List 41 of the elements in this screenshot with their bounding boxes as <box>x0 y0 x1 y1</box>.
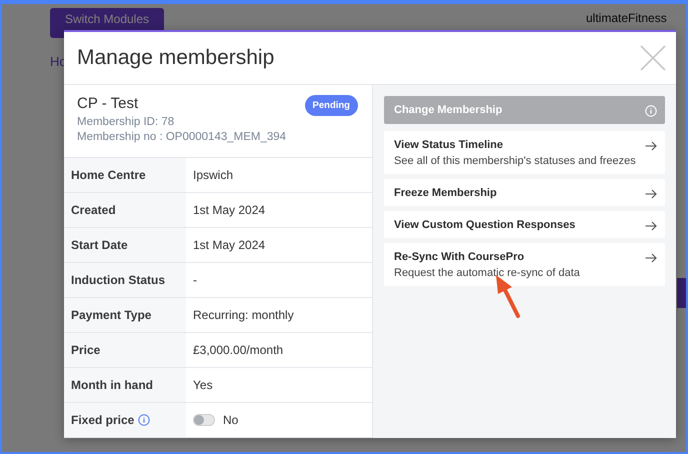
detail-value: Ipswich <box>193 168 234 182</box>
action-description: See all of this membership's statuses and freezes <box>394 155 636 167</box>
action-description: Request the automatic re-sync of data <box>394 267 580 279</box>
detail-label: Fixed price <box>71 413 134 427</box>
action-card[interactable]: View Custom Question Responses <box>384 211 665 238</box>
detail-value: - <box>193 273 197 287</box>
close-icon[interactable] <box>640 45 666 71</box>
status-badge: Pending <box>304 95 358 116</box>
action-card[interactable]: Re-Sync With CoursePro Request the automatic re-sync of data <box>384 243 665 286</box>
detail-value: No <box>223 413 238 427</box>
dialog-title: Manage membership <box>77 46 274 70</box>
action-title: Re-Sync With CoursePro <box>394 251 526 263</box>
detail-label: Payment Type <box>71 308 152 322</box>
detail-label: Start Date <box>71 238 128 252</box>
action-title: View Status Timeline <box>394 139 504 151</box>
detail-label: Price <box>71 343 100 357</box>
account-name: ultimateFitness <box>586 11 667 25</box>
action-card[interactable]: View Status Timeline See all of this membership's statuses and freezes <box>384 131 665 174</box>
membership-name: CP - Test <box>77 95 140 112</box>
detail-value: 1st May 2024 <box>193 203 266 217</box>
detail-label: Created <box>71 203 116 217</box>
arrow-right-icon <box>645 141 657 151</box>
detail-value: 1st May 2024 <box>193 238 266 252</box>
arrow-right-icon <box>645 189 657 199</box>
info-icon[interactable] <box>138 414 150 426</box>
action-title: Change Membership <box>394 104 502 116</box>
detail-value: £3,000.00/month <box>193 343 284 357</box>
membership-number: Membership no : OP0000143_MEM_394 <box>77 131 286 143</box>
detail-label: Month in hand <box>71 378 153 392</box>
action-card[interactable]: Freeze Membership <box>384 179 665 206</box>
arrow-right-icon <box>645 253 657 263</box>
detail-label: Induction Status <box>71 273 165 287</box>
detail-label: Home Centre <box>71 168 146 182</box>
action-title: View Custom Question Responses <box>394 219 576 231</box>
toggle-switch[interactable] <box>193 414 215 426</box>
info-icon <box>645 105 657 117</box>
arrow-right-icon <box>645 221 657 231</box>
detail-value: Yes <box>193 378 213 392</box>
membership-id: Membership ID: 78 <box>77 116 176 128</box>
detail-value: Recurring: monthly <box>193 308 294 322</box>
action-title: Freeze Membership <box>394 187 497 199</box>
